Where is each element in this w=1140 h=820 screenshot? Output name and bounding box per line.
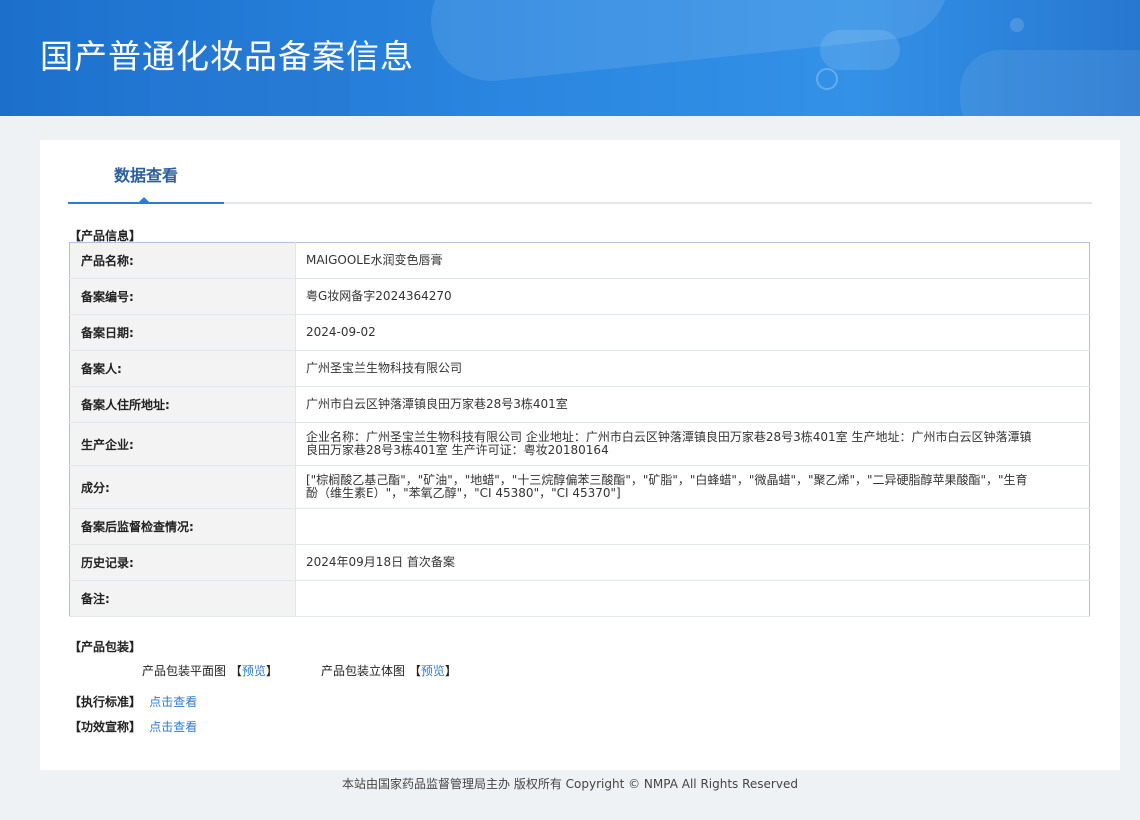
- page-title: 国产普通化妆品备案信息: [40, 37, 414, 76]
- standard-title: 【执行标准】: [69, 695, 142, 709]
- packaging-flat-item: 产品包装平面图 【预览】: [142, 662, 278, 679]
- info-row: 备案后监督检查情况:: [69, 508, 1090, 545]
- info-row-value: 广州市白云区钟落潭镇良田万家巷28号3栋401室: [295, 386, 1090, 423]
- info-row-key: 备案日期:: [69, 314, 296, 351]
- tab-data-view[interactable]: 数据查看: [68, 140, 224, 204]
- info-row-value: 粤G妆网备字2024364270: [295, 278, 1090, 315]
- bracket: 】: [444, 664, 457, 678]
- info-row: 备案日期: 2024-09-02: [69, 314, 1090, 351]
- info-row: 历史记录: 2024年09月18日 首次备案: [69, 544, 1090, 581]
- bracket: 【: [408, 664, 421, 678]
- packaging-3d-label: 产品包装立体图: [321, 664, 406, 678]
- info-row-key: 产品名称:: [69, 242, 296, 279]
- info-row-key: 备案人:: [69, 350, 296, 387]
- info-row-value: 2024年09月18日 首次备案: [295, 544, 1090, 581]
- bracket: 【: [229, 664, 242, 678]
- info-row: 生产企业: 企业名称：广州圣宝兰生物科技有限公司 企业地址：广州市白云区钟落潭镇良…: [69, 422, 1090, 466]
- info-row-key: 备案编号:: [69, 278, 296, 315]
- flat-preview-link[interactable]: 预览: [242, 664, 266, 678]
- info-row-key: 历史记录:: [69, 544, 296, 581]
- footer-copyright: 本站由国家药品监督管理局主办 版权所有 Copyright © NMPA All…: [342, 777, 798, 791]
- header-decoration: [1010, 18, 1024, 32]
- info-row-value: ["棕榈酸乙基己酯"，"矿油"，"地蜡"，"十三烷醇偏苯三酸酯"，"矿脂"，"白…: [295, 465, 1090, 509]
- info-row-key: 备案人住所地址:: [69, 386, 296, 423]
- tab-label: 数据查看: [113, 166, 178, 185]
- claims-row: 【功效宣称】 点击查看: [69, 718, 197, 735]
- claims-title: 【功效宣称】: [69, 720, 142, 734]
- info-row-value: 2024-09-02: [295, 314, 1090, 351]
- info-row: 备案人住所地址: 广州市白云区钟落潭镇良田万家巷28号3栋401室: [69, 386, 1090, 423]
- header-decoration: [960, 50, 1140, 116]
- info-row-key: 生产企业:: [69, 422, 296, 466]
- info-row: 备案编号: 粤G妆网备字2024364270: [69, 278, 1090, 315]
- packaging-title: 【产品包装】: [69, 640, 142, 654]
- info-row-value: 企业名称：广州圣宝兰生物科技有限公司 企业地址：广州市白云区钟落潭镇良田万家巷2…: [295, 422, 1090, 466]
- info-row: 产品名称: MAIGOOLE水润变色唇膏: [69, 242, 1090, 279]
- bracket: 】: [265, 664, 278, 678]
- info-row-value: MAIGOOLE水润变色唇膏: [295, 242, 1090, 279]
- info-row: 备案人: 广州圣宝兰生物科技有限公司: [69, 350, 1090, 387]
- info-row-value: [295, 580, 1090, 617]
- tab-bar: 数据查看: [68, 140, 1092, 204]
- content-panel: 数据查看 【产品信息】 产品名称: MAIGOOLE水润变色唇膏 备案编号: 粤G妆网…: [40, 140, 1120, 770]
- page-header: 国产普通化妆品备案信息: [0, 0, 1140, 116]
- product-info-table: 产品名称: MAIGOOLE水润变色唇膏 备案编号: 粤G妆网备字2024364270…: [69, 242, 1090, 617]
- info-row-value: [295, 508, 1090, 545]
- header-decoration: [820, 30, 900, 70]
- info-row-key: 备案后监督检查情况:: [69, 508, 296, 545]
- info-row: 成分: ["棕榈酸乙基己酯"，"矿油"，"地蜡"，"十三烷醇偏苯三酸酯"，"矿脂"…: [69, 465, 1090, 509]
- packaging-3d-item: 产品包装立体图 【预览】: [321, 662, 457, 679]
- info-row-value: 广州圣宝兰生物科技有限公司: [295, 350, 1090, 387]
- info-row-key: 备注:: [69, 580, 296, 617]
- claims-view-link[interactable]: 点击查看: [149, 720, 197, 734]
- info-row: 备注:: [69, 580, 1090, 617]
- packaging-flat-label: 产品包装平面图: [142, 664, 227, 678]
- standard-view-link[interactable]: 点击查看: [149, 695, 197, 709]
- info-row-key: 成分:: [69, 465, 296, 509]
- 3d-preview-link[interactable]: 预览: [421, 664, 445, 678]
- header-decoration: [816, 68, 838, 90]
- standard-row: 【执行标准】 点击查看: [69, 693, 197, 710]
- tab-active-caret-icon: [138, 197, 150, 203]
